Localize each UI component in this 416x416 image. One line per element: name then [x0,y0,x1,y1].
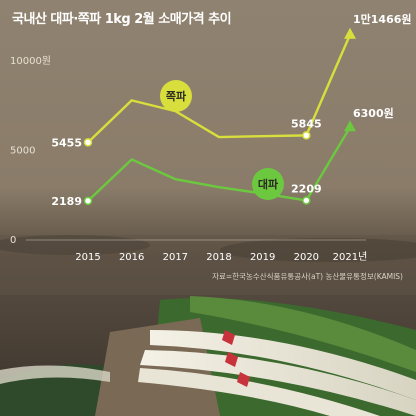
y-tick-label: 5000 [10,146,35,157]
data-label: 2209 [291,182,322,195]
y-tick-label: 0 [10,235,16,246]
x-tick-label: 2015 [75,252,100,263]
data-point [83,138,93,147]
legend-label: 대파 [258,177,279,191]
x-tick-label: 2018 [206,252,231,263]
legend-label: 쪽파 [166,89,187,103]
data-point [302,131,311,140]
source-note: 자료=한국농수산식품유통공사(aT) 농산물유통정보(KAMIS) [212,271,403,281]
x-tick-label: 2020 [294,252,319,263]
x-tick-label: 2017 [163,252,188,263]
data-label: 5845 [291,117,322,130]
x-tick-label: 2016 [119,252,144,263]
series-arrowhead [344,120,356,132]
x-tick-label: 2019 [250,252,275,263]
data-point [302,196,311,205]
data-point [83,196,93,206]
y-tick-label: 10000원 [10,55,51,67]
chart-image: 국내산 대파·쪽파 1kg 2월 소매가격 추이 0 5000 10000원 2015… [0,0,416,416]
data-label: 6300원 [353,106,394,120]
x-tick-label: 2021년 [333,251,368,263]
series-arrowhead [344,27,356,39]
data-label: 2189 [51,195,82,208]
line-chart: 0 5000 10000원 2015 2016 2017 2018 2019 2020 2021년… [10,12,412,281]
data-label: 1만1466원 [353,12,412,26]
data-label: 5455 [51,136,82,149]
